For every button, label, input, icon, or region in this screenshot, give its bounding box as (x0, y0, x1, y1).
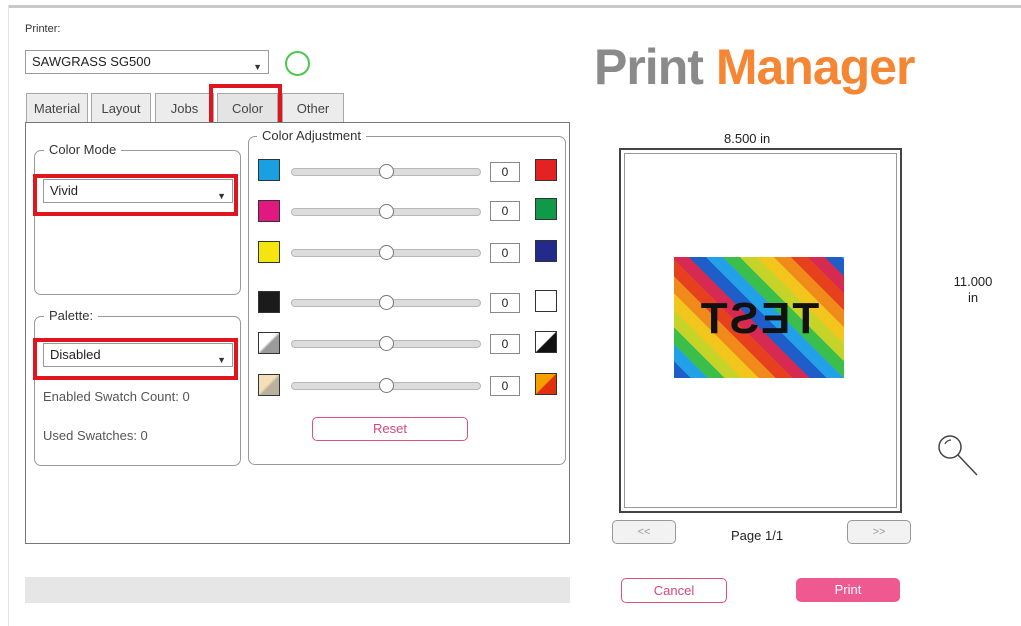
tab-jobs[interactable]: Jobs (155, 93, 214, 123)
page-preview: TEST (619, 148, 902, 513)
color-mode-highlight (33, 174, 238, 216)
status-bar (25, 577, 570, 603)
chevron-down-icon: ▼ (253, 62, 262, 72)
green-swatch-icon (535, 198, 557, 220)
yellow-blue-value[interactable]: 0 (490, 243, 520, 263)
color-mode-group: Color Mode Vivid ▼ (34, 142, 241, 295)
reset-button[interactable]: Reset (312, 417, 468, 441)
logo-word-print: Print (594, 39, 704, 95)
preview-image: TEST (674, 257, 844, 378)
color-adjustment-title: Color Adjustment (257, 128, 366, 143)
palette-highlight (33, 338, 238, 380)
print-button[interactable]: Print (796, 578, 900, 602)
magenta-swatch-icon (258, 200, 280, 222)
contrast-high-icon (535, 331, 557, 353)
tab-layout[interactable]: Layout (91, 93, 151, 123)
tab-material[interactable]: Material (26, 93, 88, 123)
palette-title: Palette: (44, 308, 99, 323)
black-white-value[interactable]: 0 (490, 293, 520, 313)
left-border (8, 5, 9, 626)
tab-panel-color: Color Mode Vivid ▼ Palette: Disabled ▼ E… (25, 122, 570, 544)
color-adjustment-group: Color Adjustment 0 0 0 0 0 0 Reset (248, 128, 566, 465)
printable-area: TEST (624, 153, 897, 508)
color-mode-title: Color Mode (44, 142, 122, 157)
top-border (8, 5, 1021, 8)
next-page-button[interactable]: >> (847, 520, 911, 544)
yellow-blue-slider-handle[interactable] (379, 245, 394, 260)
yellow-swatch-icon (258, 241, 280, 263)
printer-select-value: SAWGRASS SG500 (32, 54, 151, 69)
preview-image-text: TEST (698, 294, 820, 343)
black-swatch-icon (258, 291, 280, 313)
app-logo: Print Manager (594, 38, 916, 96)
printer-status-icon (285, 51, 310, 76)
blue-swatch-icon (535, 240, 557, 262)
saturation-high-icon (535, 373, 557, 395)
printer-select[interactable]: SAWGRASS SG500 ▼ (25, 50, 269, 74)
used-swatches: Used Swatches: 0 (43, 428, 148, 443)
cyan-swatch-icon (258, 159, 280, 181)
tab-other[interactable]: Other (282, 93, 344, 123)
page-height-label: 11.000 in (950, 274, 996, 306)
page-width-label: 8.500 in (724, 131, 771, 146)
white-swatch-icon (535, 290, 557, 312)
page-height-unit: in (967, 290, 979, 305)
page-indicator: Page 1/1 (731, 528, 784, 543)
enabled-swatch-count: Enabled Swatch Count: 0 (43, 389, 190, 404)
printer-label: Printer: (25, 23, 61, 35)
cancel-button[interactable]: Cancel (621, 578, 727, 603)
black-white-slider-handle[interactable] (379, 295, 394, 310)
page-height-value: 11.000 (953, 274, 993, 289)
previous-page-button[interactable]: << (612, 520, 676, 544)
magenta-green-value[interactable]: 0 (490, 201, 520, 221)
contrast-low-icon (258, 332, 280, 354)
magnifier-icon[interactable] (935, 432, 983, 485)
contrast-value[interactable]: 0 (490, 334, 520, 354)
red-swatch-icon (535, 159, 557, 181)
logo-word-manager: Manager (715, 39, 916, 95)
cyan-red-value[interactable]: 0 (490, 162, 520, 182)
saturation-value[interactable]: 0 (490, 376, 520, 396)
saturation-slider-handle[interactable] (379, 378, 394, 393)
magenta-green-slider-handle[interactable] (379, 204, 394, 219)
cyan-red-slider-handle[interactable] (379, 164, 394, 179)
contrast-slider-handle[interactable] (379, 336, 394, 351)
saturation-low-icon (258, 374, 280, 396)
